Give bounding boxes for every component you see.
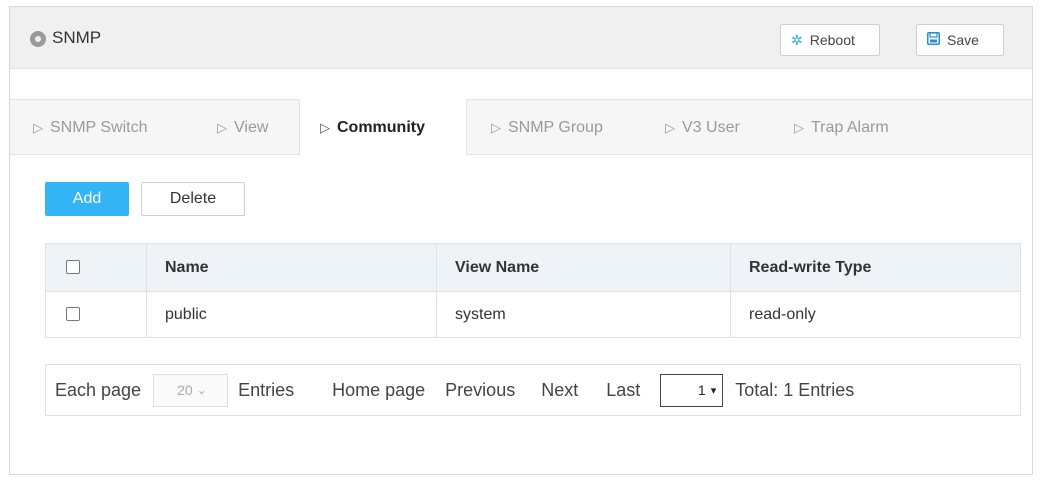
tab-trap-alarm[interactable]: ▷ Trap Alarm	[780, 100, 920, 155]
select-all-cell	[45, 243, 147, 292]
chevron-down-icon: ⌄	[196, 383, 207, 397]
page-title: SNMP	[52, 28, 102, 47]
add-button[interactable]: Add	[45, 182, 129, 216]
table-header-row: Name View Name Read-write Type	[45, 243, 1021, 292]
tab-label: View	[234, 118, 269, 136]
tab-label: Trap Alarm	[811, 118, 889, 136]
pagination-bar: Each page 20 ⌄ Entries Home page Previou…	[45, 364, 1021, 416]
page-size-select[interactable]: 20 ⌄	[153, 373, 229, 407]
spinner-icon: ✲	[791, 31, 803, 48]
chevron-right-icon: ▷	[794, 119, 804, 135]
row-select-cell	[45, 291, 147, 338]
title-bar: SNMP ✲ Reboot Save	[10, 7, 1032, 69]
each-page-label: Each page	[55, 379, 142, 400]
tab-view[interactable]: ▷ View	[203, 100, 293, 155]
next-link[interactable]: Next	[541, 380, 578, 401]
chevron-right-icon: ▷	[217, 119, 227, 135]
select-all-checkbox[interactable]	[66, 260, 80, 275]
tab-community[interactable]: ▷ Community	[299, 99, 467, 156]
entries-label: Entries	[238, 379, 295, 400]
column-header-view-name[interactable]: View Name	[436, 243, 731, 292]
tab-label: Community	[337, 118, 425, 136]
tab-snmp-group[interactable]: ▷ SNMP Group	[477, 100, 647, 155]
previous-link[interactable]: Previous	[445, 380, 515, 401]
chevron-down-icon: ▾	[710, 384, 717, 397]
floppy-disk-icon	[927, 32, 940, 48]
community-table: Name View Name Read-write Type public sy…	[45, 243, 1021, 338]
cell-rw-type: read-only	[730, 291, 1021, 338]
tab-bar: ▷ SNMP Switch ▷ View ▷ Community ▷ SNMP …	[10, 99, 1032, 156]
tab-label: SNMP Group	[508, 118, 603, 136]
tab-label: V3 User	[682, 118, 740, 136]
chevron-right-icon: ▷	[33, 119, 43, 135]
reboot-label: Reboot	[809, 32, 855, 48]
save-label: Save	[947, 32, 979, 48]
page-size-value: 20	[177, 382, 193, 398]
reboot-button[interactable]: ✲ Reboot	[780, 24, 880, 56]
tab-label: SNMP Switch	[50, 118, 148, 136]
tab-snmp-switch[interactable]: ▷ SNMP Switch	[19, 100, 194, 155]
save-button[interactable]: Save	[916, 24, 1004, 56]
location-dot-icon	[30, 31, 46, 47]
last-link[interactable]: Last	[606, 380, 640, 401]
page-number-select[interactable]: 1 ▾	[660, 373, 724, 407]
tab-v3-user[interactable]: ▷ V3 User	[651, 100, 771, 155]
delete-button[interactable]: Delete	[141, 182, 245, 216]
chevron-right-icon: ▷	[491, 119, 501, 135]
row-checkbox[interactable]	[66, 307, 80, 322]
home-page-link[interactable]: Home page	[332, 380, 425, 401]
cell-name: public	[146, 291, 437, 338]
table-row[interactable]: public system read-only	[45, 291, 1021, 338]
chevron-right-icon: ▷	[320, 119, 330, 135]
snmp-panel: SNMP ✲ Reboot Save ▷ SNMP Switch ▷ View …	[9, 6, 1033, 475]
total-entries: Total: 1 Entries	[735, 379, 855, 400]
column-header-name[interactable]: Name	[146, 243, 437, 292]
current-page-value: 1	[697, 382, 706, 398]
column-header-rw-type[interactable]: Read-write Type	[730, 243, 1021, 292]
chevron-right-icon: ▷	[665, 119, 675, 135]
cell-view-name: system	[436, 291, 731, 338]
